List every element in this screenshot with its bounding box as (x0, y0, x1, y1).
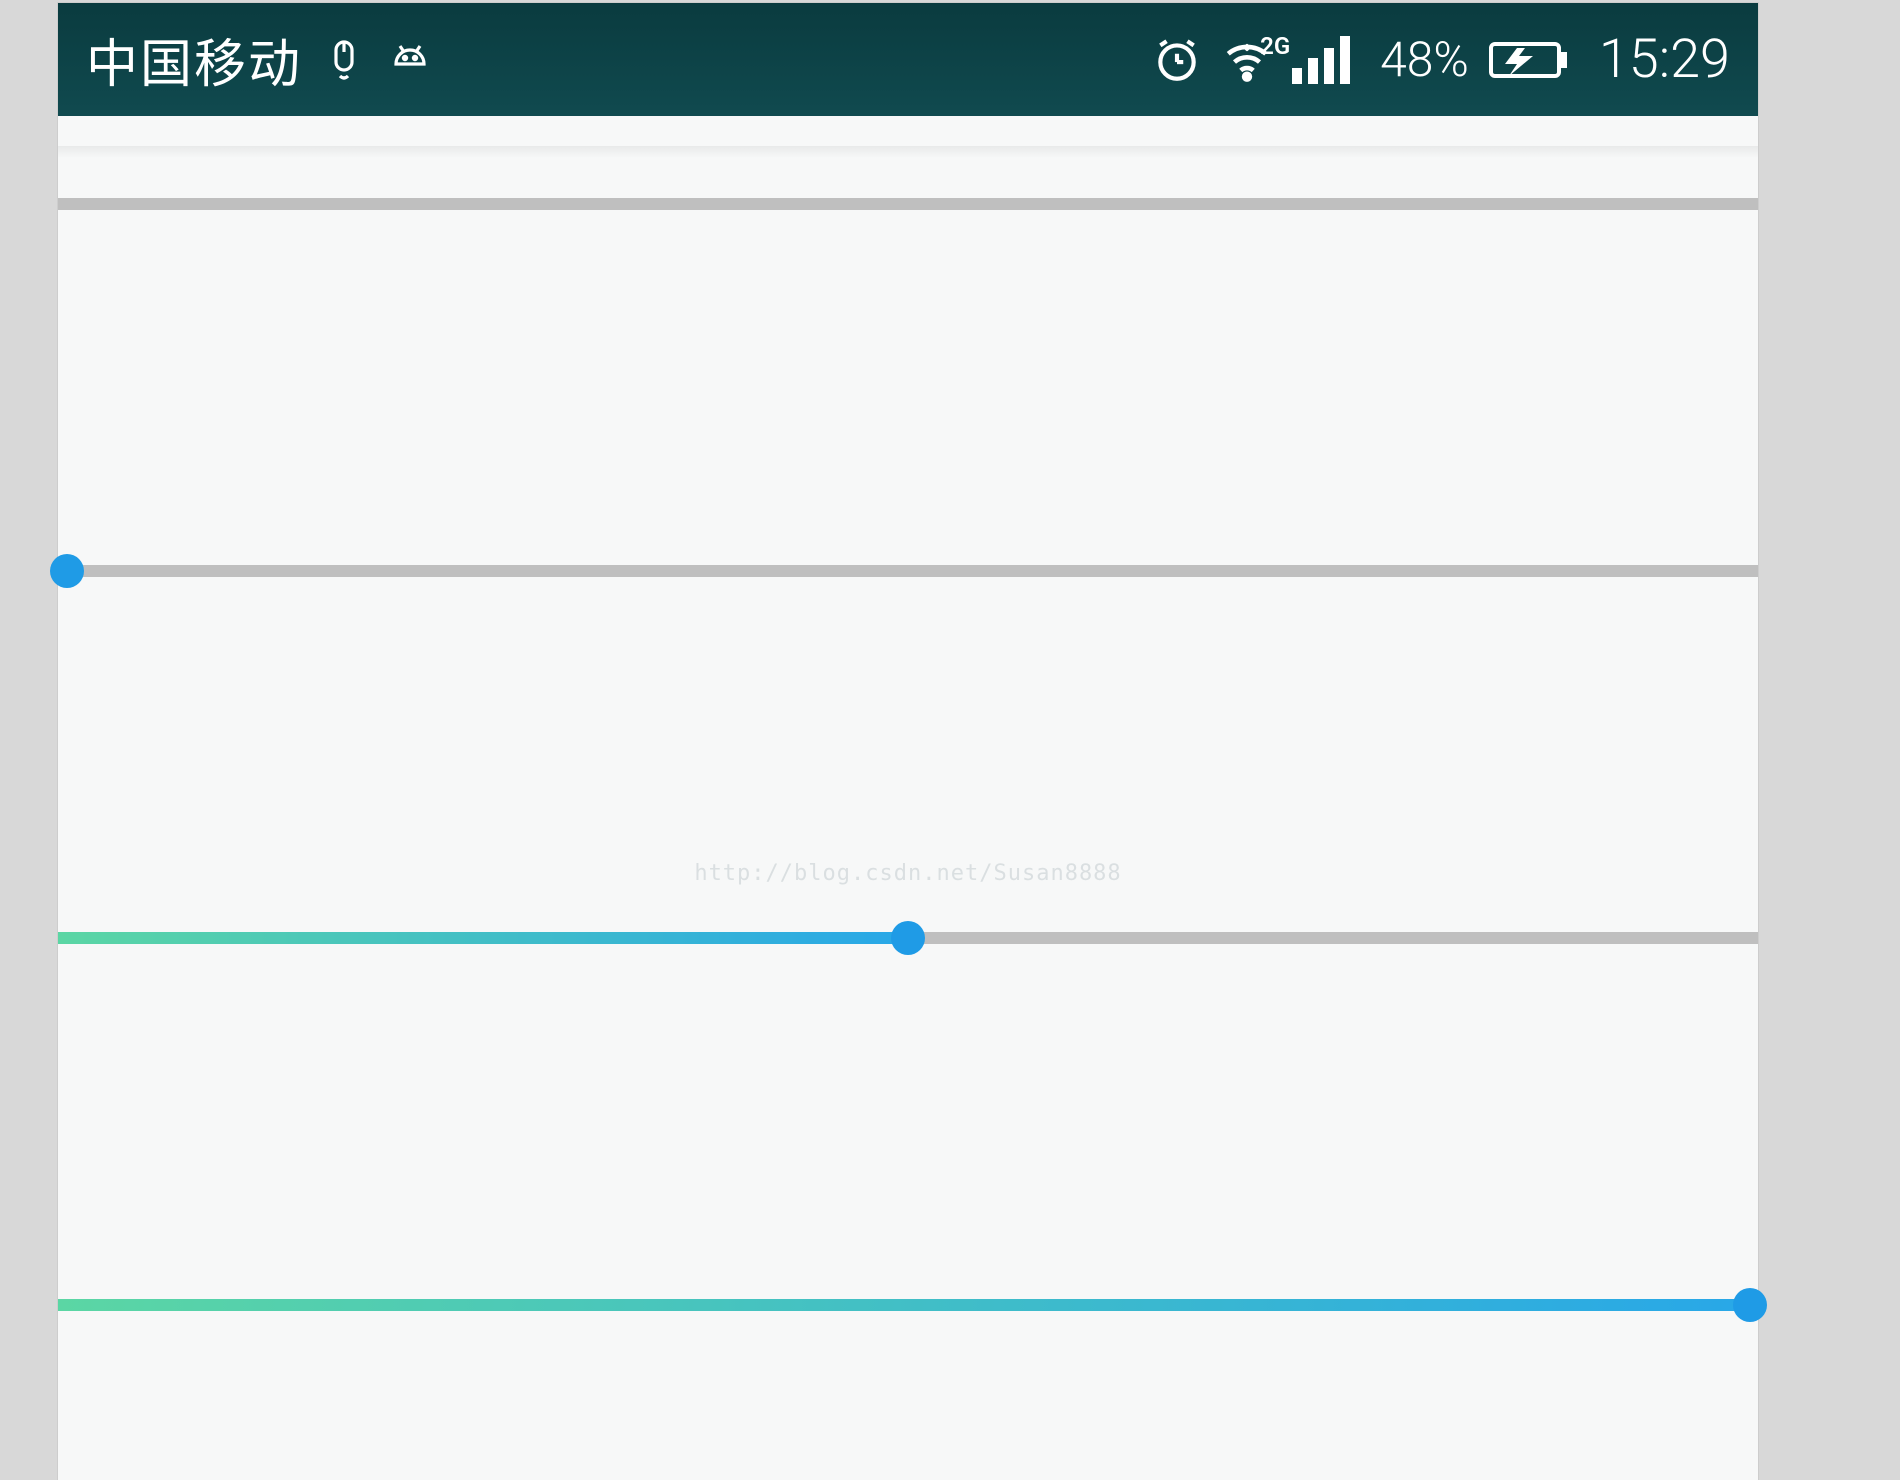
battery-icon (1489, 39, 1569, 81)
watermark-text: http://blog.csdn.net/Susan8888 (694, 861, 1121, 886)
progress-bar (58, 198, 1758, 210)
seekbar-zero[interactable] (58, 565, 1758, 577)
android-icon (386, 36, 434, 84)
status-bar: 中国移动 (58, 3, 1758, 116)
signal-indicator: 2G (1292, 36, 1350, 84)
signal-bars-icon (1292, 36, 1350, 84)
divider (58, 146, 1758, 158)
status-bar-left: 中国移动 (86, 22, 434, 97)
seekbar-half[interactable] (58, 932, 1758, 944)
battery-percent-label: 48% (1380, 31, 1469, 88)
mouse-icon (320, 36, 368, 84)
signal-type-label: 2G (1260, 32, 1290, 60)
seekbar-thumb[interactable] (50, 554, 84, 588)
alarm-icon (1152, 35, 1202, 85)
seekbar-full[interactable] (58, 1299, 1758, 1311)
carrier-label: 中国移动 (86, 22, 302, 97)
seekbar-thumb[interactable] (891, 921, 925, 955)
content-area: http://blog.csdn.net/Susan8888 (58, 116, 1758, 1311)
seekbar-thumb[interactable] (1733, 1288, 1767, 1322)
clock-label: 15:29 (1599, 28, 1730, 91)
status-bar-right: 2G 48% 15:29 (1152, 28, 1730, 91)
phone-screen: 中国移动 (58, 3, 1758, 1480)
